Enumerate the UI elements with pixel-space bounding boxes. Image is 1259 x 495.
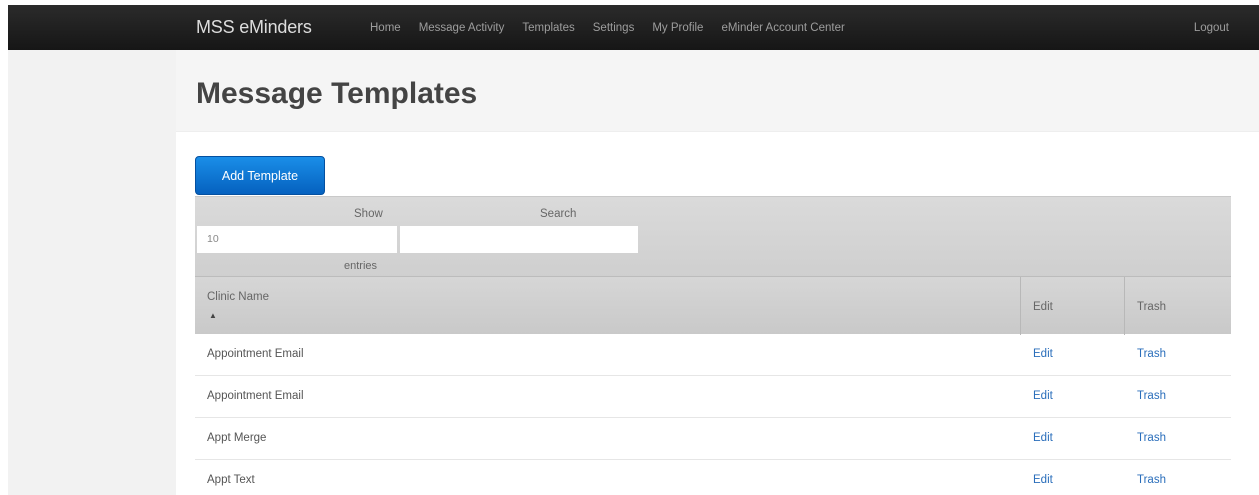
- trash-link[interactable]: Trash: [1137, 432, 1166, 444]
- row-name: Appointment Email: [207, 348, 304, 360]
- edit-link[interactable]: Edit: [1033, 474, 1053, 486]
- table-body: Appointment Email Edit Trash Appointment…: [195, 334, 1231, 495]
- row-name: Appt Merge: [207, 432, 267, 444]
- table-row: Appointment Email Edit Trash: [195, 334, 1231, 376]
- logout-link[interactable]: Logout: [1194, 22, 1229, 34]
- edit-link[interactable]: Edit: [1033, 390, 1053, 402]
- nav-link-home[interactable]: Home: [370, 22, 401, 34]
- left-rail: [0, 0, 8, 495]
- column-header-trash: Trash: [1137, 301, 1166, 313]
- add-template-button[interactable]: Add Template: [195, 156, 325, 195]
- row-name: Appt Text: [207, 474, 255, 486]
- entries-label: entries: [344, 260, 378, 272]
- table-row: Appointment Email Edit Trash: [195, 376, 1231, 418]
- nav-link-templates[interactable]: Templates: [522, 22, 574, 34]
- trash-link[interactable]: Trash: [1137, 390, 1166, 402]
- table-header: Clinic Name ▲ Edit Trash: [195, 276, 1231, 335]
- column-header-clinic-name[interactable]: Clinic Name ▲: [195, 277, 1021, 335]
- row-name: Appointment Email: [207, 390, 304, 402]
- entries-length-select[interactable]: 10: [197, 226, 397, 253]
- nav-link-my-profile[interactable]: My Profile: [652, 22, 703, 34]
- table-toolbar: Show 10 entries Search: [195, 196, 1231, 277]
- search-input[interactable]: [400, 226, 638, 253]
- page: MSS eMinders Home Message Activity Templ…: [0, 0, 1259, 495]
- column-header-edit: Edit: [1021, 277, 1125, 335]
- table-row: Appt Merge Edit Trash: [195, 418, 1231, 460]
- edit-link[interactable]: Edit: [1033, 432, 1053, 444]
- brand-logo[interactable]: MSS eMinders: [196, 17, 312, 38]
- trash-link[interactable]: Trash: [1137, 474, 1166, 486]
- trash-link[interactable]: Trash: [1137, 348, 1166, 360]
- column-header-label: Clinic Name: [207, 291, 269, 303]
- nav-link-message-activity[interactable]: Message Activity: [419, 22, 505, 34]
- show-label: Show: [354, 208, 383, 220]
- edit-link[interactable]: Edit: [1033, 348, 1053, 360]
- table-row: Appt Text Edit Trash: [195, 460, 1231, 495]
- search-label: Search: [540, 208, 577, 220]
- nav-link-account-center[interactable]: eMinder Account Center: [721, 22, 844, 34]
- page-title: Message Templates: [196, 77, 478, 110]
- nav-link-settings[interactable]: Settings: [593, 22, 635, 34]
- top-navbar: MSS eMinders Home Message Activity Templ…: [8, 5, 1259, 51]
- left-gutter: [8, 50, 176, 495]
- nav-links: Home Message Activity Templates Settings…: [370, 22, 863, 34]
- sort-ascending-icon: ▲: [209, 311, 217, 320]
